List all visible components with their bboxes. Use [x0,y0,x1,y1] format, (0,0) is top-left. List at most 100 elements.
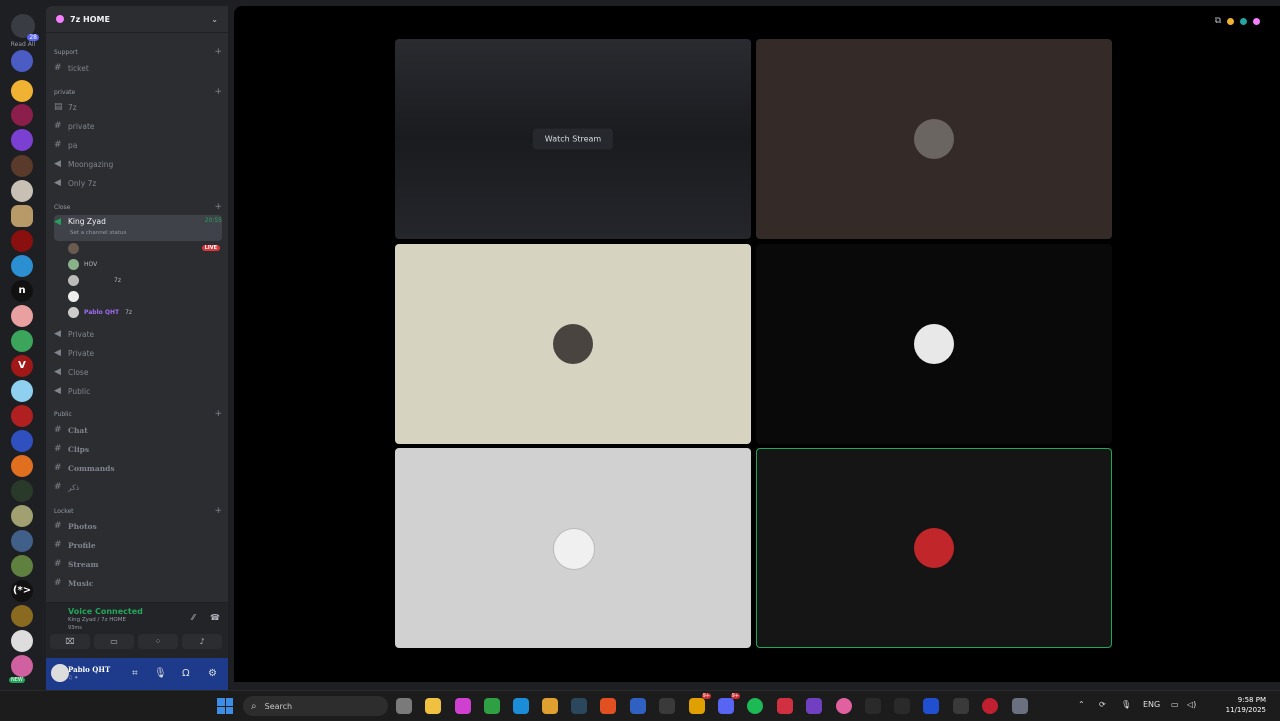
camera-button[interactable]: ⌧ [50,634,90,649]
channel-stream[interactable]: # Stream [54,556,222,572]
channel-moongazing[interactable]: ◀ Moongazing [54,156,222,172]
channel-private[interactable]: # private [54,118,222,134]
server-icon[interactable] [11,50,33,72]
close-icon[interactable] [1253,17,1260,25]
participant-tile[interactable] [395,244,751,444]
server-icon[interactable] [11,305,33,327]
channel-only7z[interactable]: ◀ Only 7z [54,175,222,191]
server-icon[interactable] [11,80,33,102]
participant-tile[interactable] [395,448,751,648]
channel-clips[interactable]: # Clips [54,441,222,457]
task-view-icon[interactable] [396,698,412,714]
voice-user[interactable]: 7z [68,273,220,287]
server-icon[interactable] [11,455,33,477]
server-icon[interactable]: (*> [11,580,33,602]
voice-user[interactable]: Pablo QHT 7z [68,305,220,319]
category-support[interactable]: Support + [54,44,222,60]
category-private[interactable]: private + [54,84,222,100]
server-icon[interactable] [11,255,33,277]
server-icon[interactable] [11,230,33,252]
server-icon[interactable] [11,129,33,151]
channel-7z[interactable]: ▤ 7z [54,99,222,115]
discord-home-icon[interactable]: 28 [11,14,39,41]
channel-pa[interactable]: # pa [54,137,222,153]
add-channel-icon[interactable]: + [214,47,222,57]
channel-photos[interactable]: # Photos [54,518,222,534]
server-icon[interactable] [11,180,33,202]
channel-dhikr[interactable]: # ذكر [54,479,222,495]
screen-share-button[interactable]: ▭ [94,634,134,649]
channel-chat[interactable]: # Chat [54,422,222,438]
watch-stream-button[interactable]: Watch Stream [532,128,614,150]
network-icon[interactable]: ▭ [1171,700,1179,709]
server-icon[interactable] [11,555,33,577]
server-icon[interactable]: n [11,280,33,302]
app-icon[interactable] [777,698,793,714]
add-channel-icon[interactable]: + [214,202,222,212]
add-channel-icon[interactable]: + [214,87,222,97]
server-icon[interactable] [11,530,33,552]
username[interactable]: Pablo QHT [68,665,110,674]
microphone-icon[interactable]: 🎙︎ [1121,700,1131,709]
category-public[interactable]: Public + [54,406,222,422]
server-icon[interactable]: V [11,355,33,377]
app-icon[interactable] [806,698,822,714]
server-icon-selected[interactable] [11,205,33,227]
channel-status[interactable]: Set a channel status [70,230,126,236]
settings-icon[interactable] [1012,698,1028,714]
voice-channel-king-zyad[interactable]: ◀ King Zyad 20:55 [54,215,222,241]
server-header[interactable]: 7z HOME ⌄ [46,6,228,33]
server-icon[interactable] [11,104,33,126]
stream-tile[interactable]: Watch Stream [395,39,751,239]
clock[interactable]: 9:58 PM 11/19/2025 [1226,695,1266,715]
headphones-icon[interactable]: Ω [182,668,190,679]
participant-tile[interactable] [756,244,1112,444]
app-icon[interactable] [894,698,910,714]
category-locket[interactable]: Locket + [54,503,222,519]
channel-close[interactable]: ◀ Close [54,364,222,380]
file-explorer-icon[interactable] [425,698,441,714]
gear-icon[interactable]: ⚙ [208,668,217,679]
store-icon[interactable] [659,698,675,714]
server-icon[interactable] [11,605,33,627]
chevron-up-icon[interactable]: ⌃ [1078,700,1085,709]
xbox-icon[interactable] [484,698,500,714]
maximize-icon[interactable] [1240,17,1247,25]
activities-button[interactable]: ⁘ [138,634,178,649]
channel-ticket[interactable]: # ticket [54,60,222,76]
app-icon[interactable] [600,698,616,714]
home-button[interactable]: 28 Read All [0,14,46,48]
participant-tile[interactable] [756,39,1112,239]
streaming-icon[interactable]: ⌗ [132,668,138,679]
server-icon[interactable] [11,380,33,402]
discord-icon[interactable]: 9+ [718,693,740,714]
app-icon[interactable] [630,698,646,714]
app-icon[interactable] [865,698,881,714]
microphone-icon[interactable]: 🎙︎ [154,668,167,679]
app-icon[interactable] [953,698,969,714]
chevron-down-icon[interactable]: ⌄ [211,15,218,24]
server-icon[interactable] [11,155,33,177]
server-icon[interactable] [11,405,33,427]
channel-commands[interactable]: # Commands [54,460,222,476]
start-button[interactable] [217,698,233,714]
disconnect-icon[interactable]: ☎ [210,613,220,622]
noise-suppression-icon[interactable]: ⁄⁄ [192,613,195,622]
voice-user[interactable]: LIVE [68,241,220,255]
category-close[interactable]: Close + [54,199,222,215]
minimize-icon[interactable] [1227,17,1234,25]
server-icon[interactable] [11,430,33,452]
voice-user[interactable]: HOV [68,257,220,271]
server-icon[interactable] [11,480,33,502]
channel-private-2[interactable]: ◀ Private [54,326,222,342]
voice-channel-path[interactable]: King Zyad / 7z HOME [68,617,126,623]
server-icon[interactable] [11,505,33,527]
participant-tile-speaking[interactable] [756,448,1112,648]
language-indicator[interactable]: ENG [1143,700,1160,709]
spotify-icon[interactable] [747,698,763,714]
app-icon[interactable] [923,698,939,714]
add-channel-icon[interactable]: + [214,506,222,516]
popout-icon[interactable]: ⧉ [1215,16,1221,26]
server-icon[interactable]: NEW [9,655,33,683]
server-icon[interactable] [11,630,33,652]
